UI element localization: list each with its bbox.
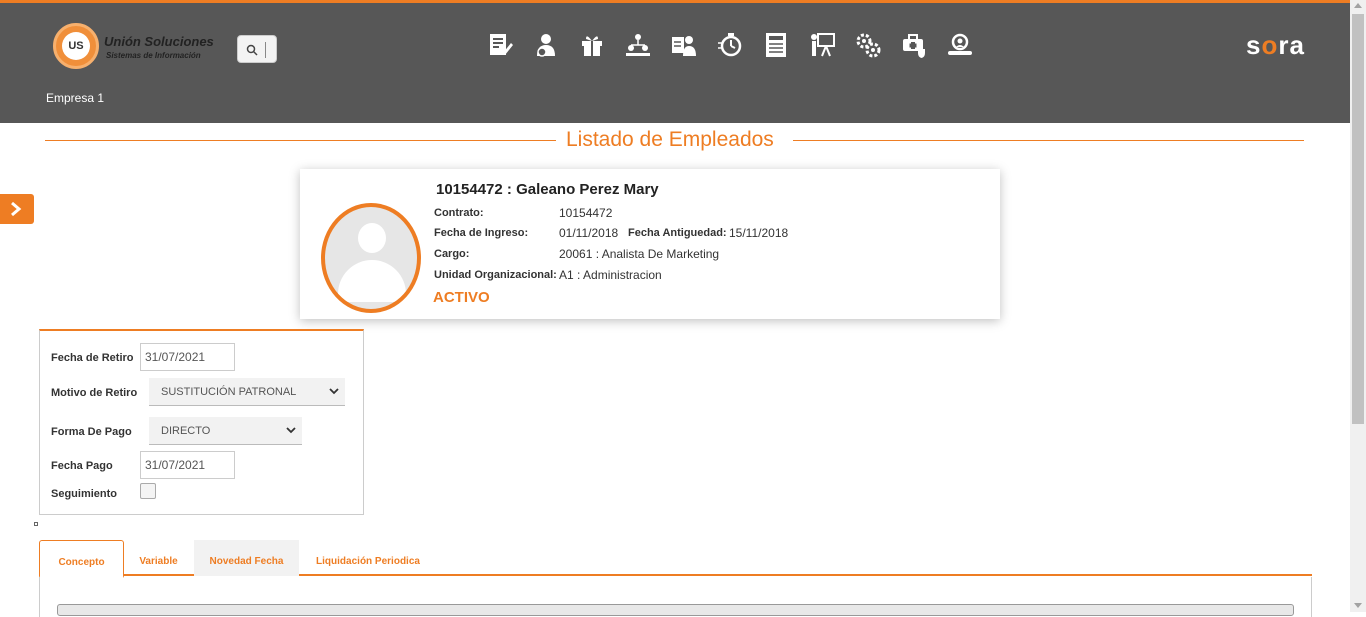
tab-concepto[interactable]: Concepto (39, 540, 124, 578)
medical-bag-icon[interactable] (900, 31, 928, 59)
retirement-form: Fecha de Retiro Motivo de Retiro SUSTITU… (39, 329, 364, 515)
people-search-icon[interactable] (946, 31, 974, 59)
tab-novedad-fecha[interactable]: Novedad Fecha (194, 540, 299, 576)
product-logo-suffix: ra (1278, 30, 1305, 60)
document-edit-icon[interactable] (486, 31, 514, 59)
stopwatch-icon[interactable] (716, 31, 744, 59)
follow-up-label: Seguimiento (51, 488, 118, 500)
payment-method-label: Forma De Pago (51, 426, 132, 438)
start-date-label: Fecha de Ingreso: (434, 227, 529, 239)
contract-value: 10154472 (559, 206, 613, 220)
employee-card: 10154472 : Galeano Perez Mary Contrato: … (300, 169, 1000, 319)
logo-mark: US (53, 23, 99, 69)
company-name[interactable]: Empresa 1 (46, 91, 104, 105)
employee-card-icon[interactable] (670, 31, 698, 59)
position-value: 20061 : Analista De Marketing (559, 247, 720, 261)
gears-icon[interactable] (854, 31, 882, 59)
org-chart-icon[interactable] (624, 31, 652, 59)
report-list-icon[interactable] (762, 31, 790, 59)
chevron-down-icon (329, 388, 339, 395)
presentation-icon[interactable] (808, 31, 836, 59)
tab-bar: Concepto Variable Novedad Fecha Liquidac… (39, 540, 1312, 578)
seniority-date-label: Fecha Antiguedad: (628, 227, 727, 239)
product-logo-accent: o (1261, 30, 1279, 60)
retirement-reason-select[interactable]: SUSTITUCIÓN PATRONAL (149, 378, 345, 406)
chevron-right-icon (11, 201, 22, 217)
title-divider-left (45, 140, 556, 141)
search-icon (246, 44, 258, 56)
contract-label: Contrato: (434, 207, 484, 219)
logo-mark-text: US (62, 32, 90, 60)
tab-variable[interactable]: Variable (125, 540, 192, 576)
gift-icon[interactable] (578, 31, 606, 59)
org-unit-value: A1 : Administracion (559, 268, 662, 282)
product-logo-prefix: s (1246, 30, 1262, 60)
logo-brand-tagline: Sistemas de Información (106, 51, 201, 60)
page-title: Listado de Empleados (566, 128, 774, 151)
top-bar: US Unión Soluciones Sistemas de Informac… (0, 0, 1350, 123)
search-button[interactable] (237, 35, 277, 63)
payment-method-select[interactable]: DIRECTO (149, 417, 302, 445)
company-logo[interactable]: US Unión Soluciones Sistemas de Informac… (53, 23, 223, 71)
employee-name: 10154472 : Galeano Perez Mary (436, 181, 659, 198)
avatar-head (358, 223, 386, 253)
scroll-up-icon[interactable] (1354, 3, 1362, 8)
retirement-reason-label: Motivo de Retiro (51, 387, 138, 399)
follow-up-checkbox[interactable] (140, 483, 156, 499)
tab-liquidacion-periodica[interactable]: Liquidación Periodica (301, 540, 435, 576)
scroll-down-icon[interactable] (1354, 603, 1362, 608)
status-badge: ACTIVO (433, 289, 490, 306)
small-marker (34, 522, 38, 526)
title-divider-right (793, 140, 1304, 141)
search-divider (265, 42, 266, 58)
org-unit-label: Unidad Organizacional: (434, 269, 557, 281)
payment-date-field[interactable] (140, 451, 235, 479)
retirement-reason-value: SUSTITUCIÓN PATRONAL (161, 386, 297, 398)
start-date-value: 01/11/2018 (559, 226, 619, 240)
tab-content-panel (39, 577, 1312, 617)
product-logo: sora (1246, 30, 1305, 61)
avatar-body (338, 260, 406, 302)
seniority-date-value: 15/11/2018 (729, 226, 789, 240)
page-title-row: Listado de Empleados (45, 126, 1304, 154)
retirement-date-field[interactable] (140, 343, 235, 371)
person-badge-icon[interactable] (532, 31, 560, 59)
retirement-date-label: Fecha de Retiro (51, 352, 134, 364)
logo-brand-name: Unión Soluciones (104, 34, 214, 49)
position-label: Cargo: (434, 248, 470, 260)
payment-date-label: Fecha Pago (51, 460, 113, 472)
payment-method-value: DIRECTO (161, 425, 211, 437)
chevron-down-icon (286, 427, 296, 434)
sidebar-toggle-button[interactable] (0, 194, 34, 224)
content-toolbar (57, 604, 1294, 616)
vertical-scrollbar[interactable] (1350, 0, 1366, 612)
user-avatar-icon (321, 203, 421, 313)
scrollbar-thumb[interactable] (1352, 14, 1364, 424)
